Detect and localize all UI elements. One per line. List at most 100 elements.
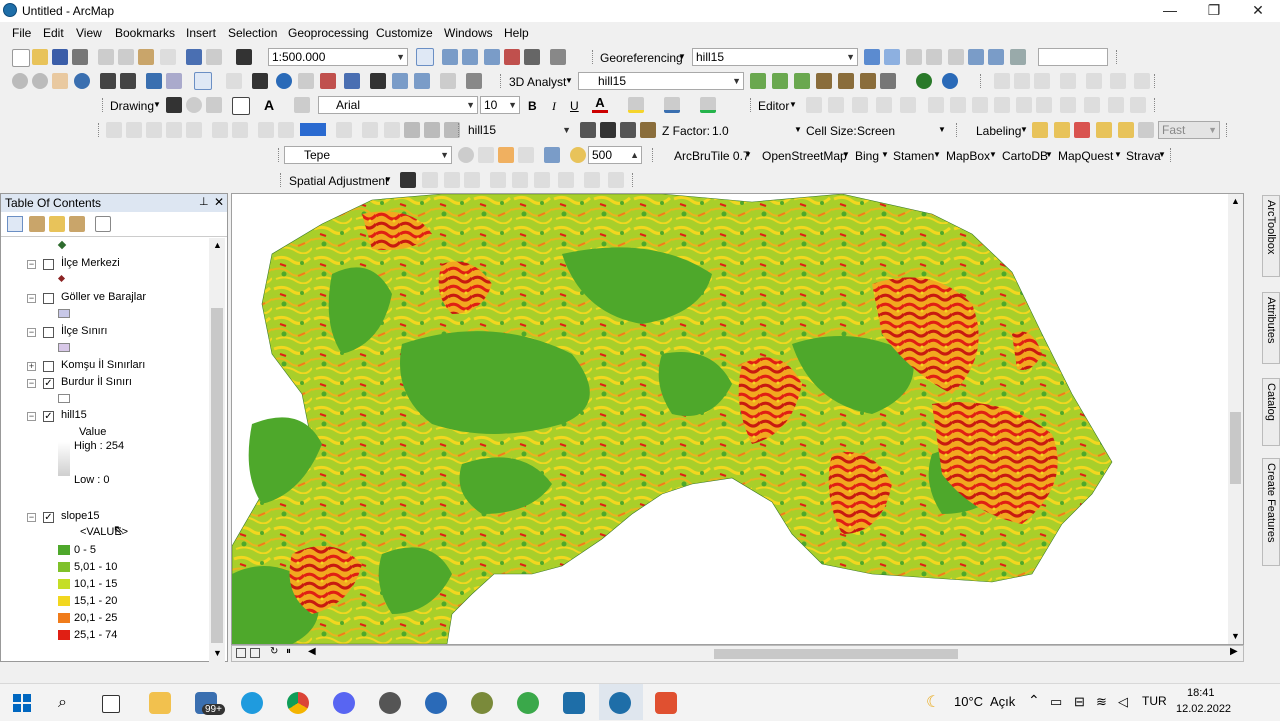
- collapse-icon[interactable]: −: [27, 328, 36, 337]
- pan-hand-icon[interactable]: [52, 73, 68, 89]
- find-binoculars-icon[interactable]: [370, 73, 386, 89]
- tool-icon[interactable]: [498, 147, 514, 163]
- histogram-icon[interactable]: [580, 122, 596, 138]
- toolbar-grip[interactable]: [1170, 148, 1174, 162]
- menu-insert[interactable]: Insert: [186, 26, 216, 40]
- edit-tool-icon[interactable]: [1060, 97, 1076, 113]
- zoom-in-icon[interactable]: [12, 73, 28, 89]
- clear-links-icon[interactable]: [534, 172, 550, 188]
- viewer-window-icon[interactable]: [466, 73, 482, 89]
- layer-name[interactable]: Komşu İl Sınırları: [61, 359, 145, 371]
- layout-tool-icon[interactable]: [1060, 73, 1076, 89]
- toolbar-grip[interactable]: [1226, 123, 1230, 137]
- toolbar-grip[interactable]: [632, 173, 636, 187]
- font-dropdown[interactable]: Arial ▼: [318, 96, 478, 114]
- weather-description[interactable]: Açık: [990, 694, 1015, 709]
- undo-icon[interactable]: [186, 49, 202, 65]
- editor-menu[interactable]: Editor: [758, 99, 789, 113]
- georef-tool-icon[interactable]: [948, 49, 964, 65]
- clock-time[interactable]: 18:41: [1187, 687, 1215, 699]
- underline-button[interactable]: U: [570, 99, 579, 113]
- layer-name[interactable]: Burdur İl Sınırı: [61, 376, 132, 388]
- distance-input[interactable]: 500 ▲: [588, 146, 642, 164]
- toolbar-grip[interactable]: [1116, 50, 1120, 64]
- menu-edit[interactable]: Edit: [43, 26, 64, 40]
- scroll-left-icon[interactable]: ◀: [308, 646, 316, 657]
- arcglobe-icon[interactable]: [942, 73, 958, 89]
- app-icon[interactable]: [655, 692, 677, 714]
- link-table-icon[interactable]: [968, 49, 984, 65]
- profile-graph-icon[interactable]: [880, 73, 896, 89]
- menu-geoprocessing[interactable]: Geoprocessing: [288, 26, 369, 40]
- layout-view-icon[interactable]: [250, 648, 260, 658]
- paste-icon[interactable]: [138, 49, 154, 65]
- layer-name[interactable]: slope15: [61, 510, 100, 522]
- collapse-icon[interactable]: −: [27, 513, 36, 522]
- catalog-window-icon[interactable]: [462, 49, 478, 65]
- map-scale-dropdown[interactable]: 1:500.000 ▼: [268, 48, 408, 66]
- add-data-icon[interactable]: [236, 49, 252, 65]
- dock-create-features[interactable]: Create Features: [1262, 458, 1280, 566]
- basemap-arcbrutile[interactable]: ArcBruTile 0.7: [674, 149, 750, 163]
- control-points-icon[interactable]: [884, 49, 900, 65]
- scroll-right-icon[interactable]: ▶: [1230, 646, 1238, 657]
- chevron-up-icon[interactable]: ⌃: [1028, 692, 1040, 709]
- layout-tool-icon[interactable]: [1086, 73, 1102, 89]
- collapse-icon[interactable]: −: [27, 260, 36, 269]
- forward-arrow-icon[interactable]: [166, 73, 182, 89]
- back-arrow-icon[interactable]: [146, 73, 162, 89]
- pause-labeling-icon[interactable]: [1138, 122, 1154, 138]
- draw-line-icon[interactable]: [294, 97, 310, 113]
- volume-icon[interactable]: ◁: [1118, 694, 1128, 710]
- basemap-stamen[interactable]: Stamen: [893, 149, 934, 163]
- toolbar-grip[interactable]: [458, 123, 462, 137]
- edit-tool-icon[interactable]: [900, 97, 916, 113]
- line-color-icon[interactable]: [664, 97, 680, 113]
- toolbar-grip[interactable]: [500, 74, 504, 88]
- lock-labels-icon[interactable]: [1096, 122, 1112, 138]
- menu-windows[interactable]: Windows: [444, 26, 493, 40]
- open-folder-icon[interactable]: [32, 49, 48, 65]
- limited-adjustment-icon[interactable]: [512, 172, 528, 188]
- basemap-bing[interactable]: Bing: [855, 149, 879, 163]
- edit-tool-icon[interactable]: [806, 97, 822, 113]
- layer-checkbox[interactable]: [43, 259, 54, 270]
- layout-tool-icon[interactable]: [258, 122, 274, 138]
- tool-icon[interactable]: [518, 147, 534, 163]
- edge-browser-icon[interactable]: [241, 692, 263, 714]
- contour-icon[interactable]: [750, 73, 766, 89]
- layout-tool-icon[interactable]: [278, 122, 294, 138]
- wifi-icon[interactable]: ≋: [1096, 694, 1107, 710]
- layout-tool-icon[interactable]: [126, 122, 142, 138]
- toolbar-grip[interactable]: [280, 173, 284, 187]
- file-explorer-icon[interactable]: [149, 692, 171, 714]
- georeferencing-menu[interactable]: Georeferencing: [600, 51, 683, 65]
- fixed-zoom-in-icon[interactable]: [100, 73, 116, 89]
- viewer-icon[interactable]: [988, 49, 1004, 65]
- new-displacement-link-icon[interactable]: [422, 172, 438, 188]
- app-icon[interactable]: [425, 692, 447, 714]
- edge-match-icon[interactable]: [584, 172, 600, 188]
- spatial-adjustment-menu[interactable]: Spatial Adjustment: [289, 174, 388, 188]
- clear-selection-icon[interactable]: [226, 73, 242, 89]
- select-features-icon[interactable]: [194, 72, 212, 90]
- arctoolbox-icon[interactable]: [504, 49, 520, 65]
- basemap-mapquest[interactable]: MapQuest: [1058, 149, 1113, 163]
- new-document-icon[interactable]: [12, 49, 30, 67]
- font-size-dropdown[interactable]: 10 ▼: [480, 96, 520, 114]
- attribute-transfer-icon[interactable]: [608, 172, 624, 188]
- app-icon[interactable]: [471, 692, 493, 714]
- drawing-menu[interactable]: Drawing: [110, 99, 154, 113]
- interpolate-point-icon[interactable]: [816, 73, 832, 89]
- layout-tool-icon[interactable]: [1110, 73, 1126, 89]
- toolbar-grip[interactable]: [956, 123, 960, 137]
- maximize-button[interactable]: ❐: [1192, 0, 1236, 22]
- dock-attributes[interactable]: Attributes: [1262, 292, 1280, 364]
- edit-tool-icon[interactable]: [1036, 97, 1052, 113]
- time-slider-icon[interactable]: [440, 73, 456, 89]
- toolbar-grip[interactable]: [1154, 98, 1158, 112]
- edit-tool-icon[interactable]: [828, 97, 844, 113]
- tool-icon[interactable]: [478, 147, 494, 163]
- scroll-down-icon[interactable]: ▼: [213, 648, 222, 658]
- play-icon[interactable]: [994, 73, 1010, 89]
